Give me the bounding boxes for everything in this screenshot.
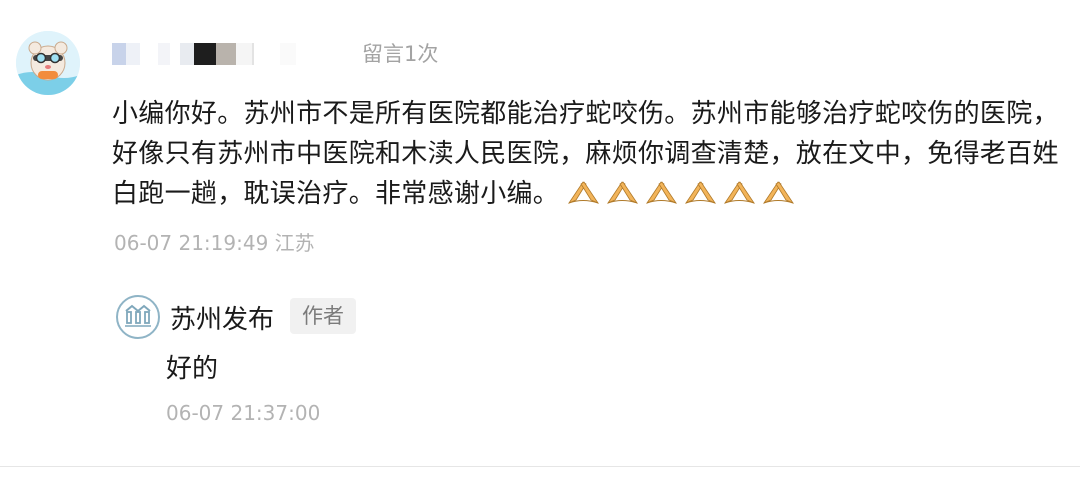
- blur-block: [140, 43, 158, 65]
- blur-block: [158, 43, 170, 65]
- blur-block: [252, 43, 280, 65]
- comment-meta: 06-07 21:19:49 江苏: [114, 227, 315, 256]
- blur-block: [112, 43, 126, 65]
- blur-block: [216, 43, 236, 65]
- hamster-avatar-icon: [16, 31, 80, 95]
- author-avatar[interactable]: [116, 295, 160, 339]
- message-count: 留言1次: [362, 42, 439, 66]
- blur-block: [170, 43, 180, 65]
- reply-datetime: 06-07 21:37:00: [166, 401, 321, 425]
- blur-block: [236, 43, 252, 65]
- divider: [0, 466, 1080, 467]
- pray-hands-icon: [724, 181, 756, 204]
- pray-hands-icon: [685, 181, 717, 204]
- commenter-avatar[interactable]: [16, 31, 80, 95]
- blur-block: [180, 43, 194, 65]
- author-name[interactable]: 苏州发布: [170, 299, 274, 336]
- comment-location: 江苏: [274, 231, 315, 255]
- blur-block: [194, 43, 216, 65]
- author-badge: 作者: [290, 298, 356, 334]
- blur-block: [280, 43, 296, 65]
- emoji-row: [567, 176, 795, 206]
- pray-hands-icon: [646, 181, 678, 204]
- pray-hands-icon: [607, 181, 639, 204]
- pray-hands-icon: [568, 181, 600, 204]
- comment-text: 小编你好。苏州市不是所有医院都能治疗蛇咬伤。苏州市能够治疗蛇咬伤的医院，好像只有…: [112, 94, 1078, 214]
- commenter-name-blurred[interactable]: [112, 40, 296, 68]
- blur-block: [126, 43, 140, 65]
- suzhou-logo-icon: [125, 304, 151, 327]
- comment-datetime: 06-07 21:19:49: [114, 231, 269, 255]
- pray-hands-icon: [763, 181, 795, 204]
- reply-text: 好的: [166, 354, 219, 384]
